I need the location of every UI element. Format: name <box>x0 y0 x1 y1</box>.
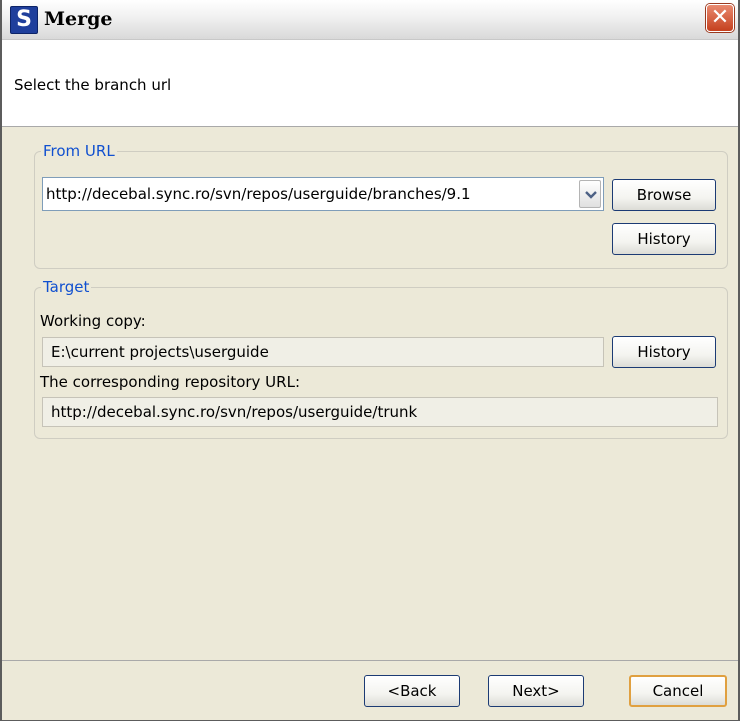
browse-button[interactable]: Browse <box>612 179 716 211</box>
repository-url-value: http://decebal.sync.ro/svn/repos/usergui… <box>51 403 418 421</box>
from-url-value[interactable]: http://decebal.sync.ro/svn/repos/usergui… <box>46 185 471 203</box>
cancel-button[interactable]: Cancel <box>629 675 727 707</box>
working-copy-value: E:\current projects\userguide <box>51 343 269 361</box>
working-copy-history-button[interactable]: History <box>612 336 716 368</box>
from-url-history-button[interactable]: History <box>612 223 716 255</box>
merge-dialog: S Merge ✕ Select the branch url From URL… <box>0 0 740 721</box>
wizard-header: Select the branch url <box>2 40 738 127</box>
instruction-text: Select the branch url <box>14 76 172 94</box>
next-button[interactable]: Next> <box>488 675 584 707</box>
back-button[interactable]: <Back <box>364 675 460 707</box>
app-logo-icon: S <box>10 6 38 34</box>
close-button[interactable]: ✕ <box>706 4 734 32</box>
from-url-legend: From URL <box>43 142 115 160</box>
window-title: Merge <box>44 8 113 30</box>
working-copy-field: E:\current projects\userguide <box>42 337 604 367</box>
from-url-combobox[interactable]: http://decebal.sync.ro/svn/repos/usergui… <box>42 177 604 211</box>
title-bar[interactable]: S Merge ✕ <box>2 0 738 40</box>
working-copy-label: Working copy: <box>40 312 146 330</box>
dropdown-button[interactable] <box>579 180 601 208</box>
repository-url-field: http://decebal.sync.ro/svn/repos/usergui… <box>42 397 718 427</box>
target-legend: Target <box>43 278 90 296</box>
chevron-down-icon <box>585 191 597 199</box>
close-icon: ✕ <box>710 5 730 30</box>
repository-url-label: The corresponding repository URL: <box>40 373 300 391</box>
